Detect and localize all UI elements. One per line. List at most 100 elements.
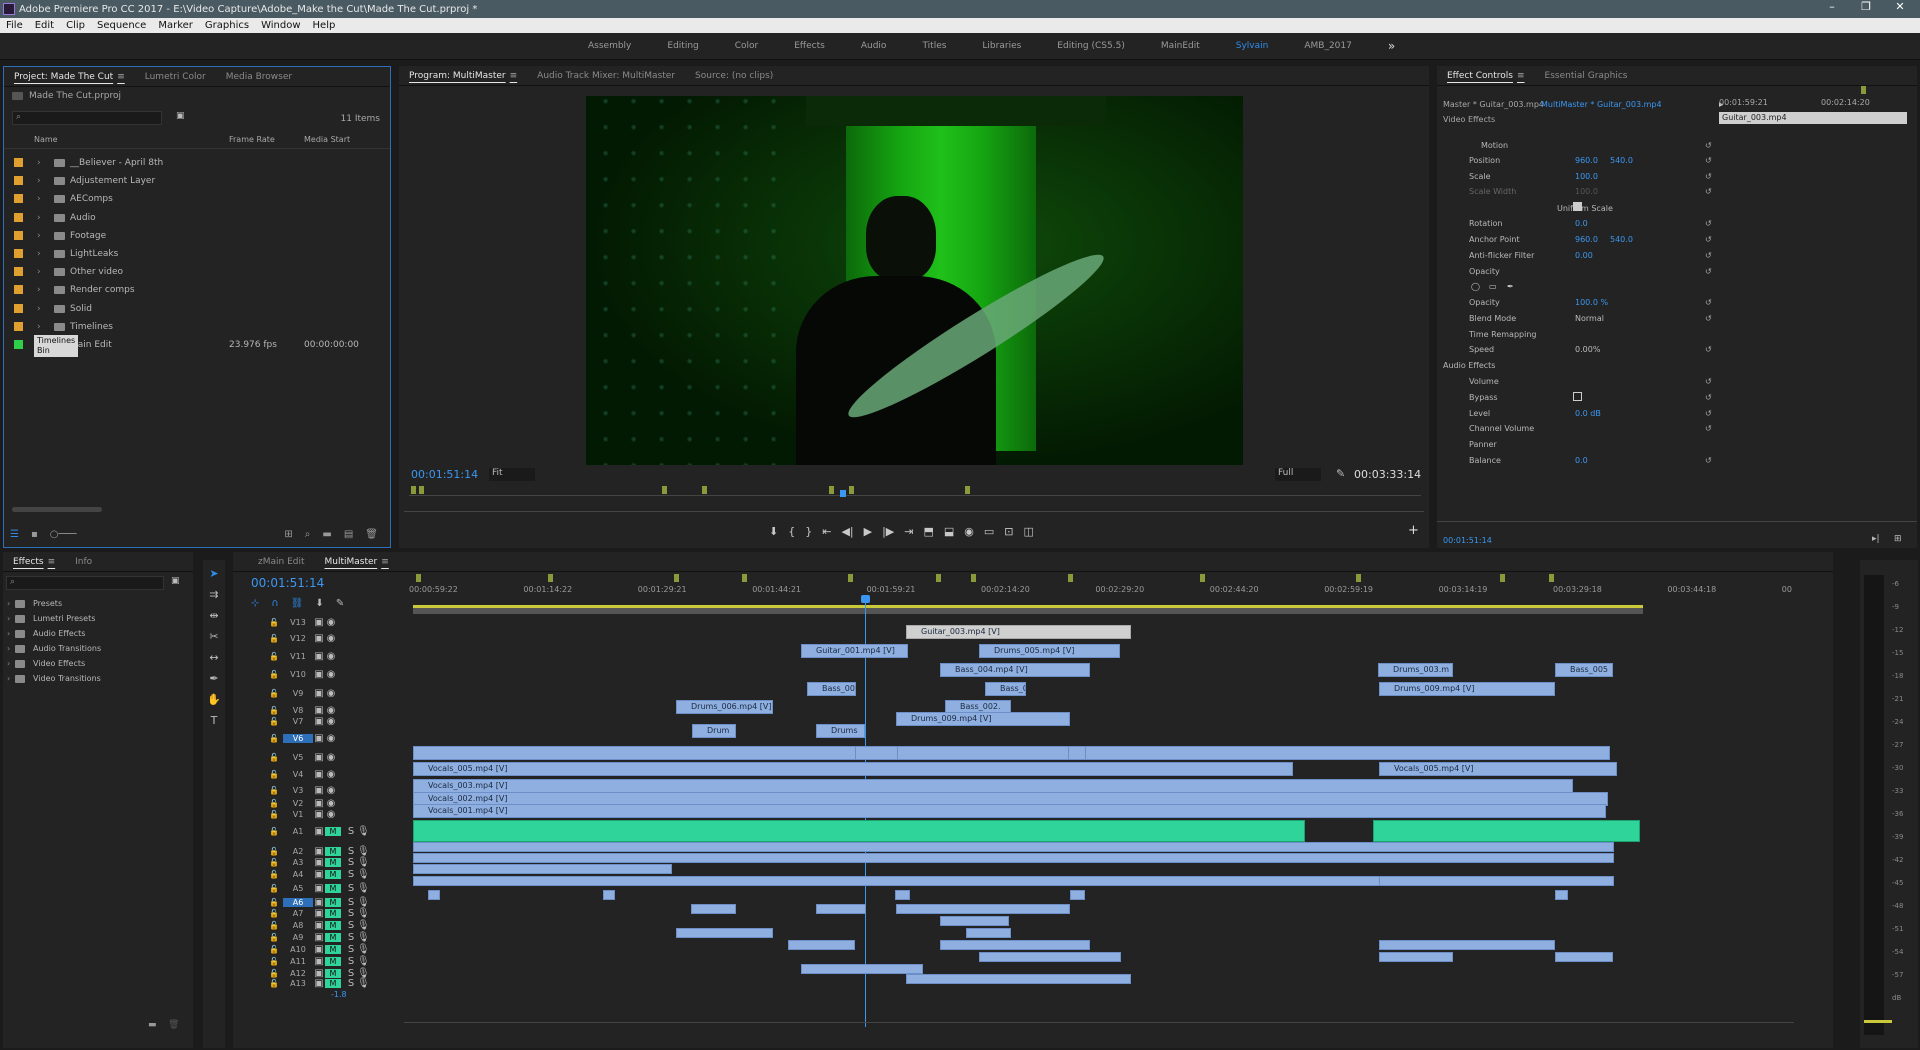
- marker[interactable]: [702, 486, 707, 494]
- expand-chevron-icon[interactable]: ›: [7, 599, 10, 608]
- solo-button[interactable]: S: [345, 978, 357, 989]
- label-color[interactable]: [14, 230, 23, 240]
- workspace-audio[interactable]: Audio: [861, 41, 887, 51]
- lock-icon[interactable]: 🔓: [269, 969, 283, 978]
- voiceover-mic-icon[interactable]: 🎙: [357, 846, 370, 857]
- voiceover-mic-icon[interactable]: 🎙: [357, 908, 370, 919]
- menu-sequence[interactable]: Sequence: [91, 20, 152, 31]
- lock-icon[interactable]: 🔓: [269, 870, 283, 879]
- lock-icon[interactable]: 🔓: [269, 898, 283, 907]
- ec-value-1[interactable]: 0.0 dB: [1575, 409, 1601, 418]
- marker[interactable]: [1200, 574, 1205, 582]
- audio-clip[interactable]: [1379, 952, 1453, 962]
- voiceover-mic-icon[interactable]: 🎙: [357, 956, 370, 967]
- video-track-header[interactable]: 🔓 V6 ▣ ◉: [269, 733, 405, 744]
- reset-icon[interactable]: ↺: [1705, 141, 1712, 150]
- lock-icon[interactable]: 🔓: [269, 847, 283, 856]
- voiceover-mic-icon[interactable]: 🎙: [357, 944, 370, 955]
- workspace-mainedit[interactable]: MainEdit: [1161, 41, 1200, 51]
- eye-icon[interactable]: ◉: [325, 617, 337, 628]
- reset-icon[interactable]: ↺: [1705, 456, 1712, 465]
- video-track-header[interactable]: 🔓 V5 ▣ ◉: [269, 752, 405, 763]
- ripple-edit-tool-icon[interactable]: ⇹: [209, 609, 218, 622]
- menu-edit[interactable]: Edit: [29, 20, 60, 31]
- track-name[interactable]: A4: [283, 870, 313, 879]
- label-color[interactable]: [14, 212, 23, 222]
- reset-icon[interactable]: ↺: [1705, 314, 1712, 323]
- eye-icon[interactable]: ◉: [325, 798, 337, 809]
- track-name[interactable]: A5: [283, 884, 313, 893]
- ec-export-icon[interactable]: ▸|: [1872, 534, 1880, 544]
- effects-folder[interactable]: › Video Transitions: [3, 669, 191, 687]
- video-track-header[interactable]: 🔓 V4 ▣ ◉: [269, 769, 405, 780]
- go-to-out-icon[interactable]: ⇥: [904, 525, 913, 538]
- project-item[interactable]: › Solid: [4, 300, 390, 318]
- reset-icon[interactable]: ↺: [1705, 377, 1712, 386]
- video-track-header[interactable]: 🔓 V3 ▣ ◉: [269, 785, 405, 796]
- tab-effect-controls[interactable]: Effect Controls ≡: [1437, 71, 1535, 81]
- tab-zmain-edit[interactable]: zMain Edit: [248, 557, 315, 567]
- expand-chevron-icon[interactable]: ›: [37, 249, 41, 259]
- lock-icon[interactable]: 🔓: [269, 717, 283, 726]
- tab-program[interactable]: Program: MultiMaster ≡: [399, 71, 527, 81]
- ec-clip-bar[interactable]: Guitar_003.mp4: [1719, 112, 1907, 124]
- go-to-in-icon[interactable]: ⇤: [822, 525, 831, 538]
- project-search-input[interactable]: ⌕: [12, 111, 162, 125]
- mark-out-icon[interactable]: }: [805, 525, 812, 538]
- audio-clip[interactable]: [816, 904, 866, 914]
- track-name[interactable]: V10: [283, 670, 313, 679]
- label-color[interactable]: [14, 321, 23, 331]
- lock-icon[interactable]: 🔓: [269, 770, 283, 779]
- razor-tool-icon[interactable]: ✂: [209, 630, 218, 643]
- new-bin-icon[interactable]: ▣: [176, 111, 185, 121]
- mute-button[interactable]: M: [325, 933, 341, 942]
- safe-margins-icon[interactable]: ▭: [984, 525, 994, 538]
- track-name[interactable]: V4: [283, 770, 313, 779]
- reset-icon[interactable]: ↺: [1705, 267, 1712, 276]
- mute-button[interactable]: M: [325, 898, 341, 907]
- sync-lock-icon[interactable]: ▣: [313, 826, 325, 837]
- workspace-editing-cs55[interactable]: Editing (CS5.5): [1057, 41, 1125, 51]
- video-clip[interactable]: Vocals_005.mp4 [V]: [413, 762, 1293, 776]
- trash-icon[interactable]: 🗑: [365, 529, 378, 540]
- audio-clip[interactable]: [428, 890, 440, 900]
- sync-lock-icon[interactable]: ▣: [313, 651, 325, 662]
- lock-icon[interactable]: 🔓: [269, 786, 283, 795]
- zoom-scrollbar[interactable]: [404, 511, 1424, 512]
- sequence-clip-label[interactable]: MultiMaster * Guitar_003.mp4: [1541, 100, 1662, 109]
- video-clip[interactable]: Bass_001: [807, 682, 856, 696]
- col-frame-rate[interactable]: Frame Rate: [229, 135, 275, 144]
- ec-value-1[interactable]: 0.00%: [1575, 345, 1600, 354]
- voiceover-mic-icon[interactable]: 🎙: [357, 826, 370, 837]
- menu-help[interactable]: Help: [307, 20, 342, 31]
- reset-icon[interactable]: ↺: [1705, 235, 1712, 244]
- lock-icon[interactable]: 🔓: [269, 652, 283, 661]
- sync-lock-icon[interactable]: ▣: [313, 932, 325, 943]
- button-editor-icon[interactable]: +: [1408, 523, 1419, 538]
- track-name[interactable]: A10: [283, 945, 313, 954]
- reset-icon[interactable]: ↺: [1705, 156, 1712, 165]
- sync-lock-icon[interactable]: ▣: [313, 920, 325, 931]
- reset-icon[interactable]: ↺: [1705, 298, 1712, 307]
- sync-lock-icon[interactable]: ▣: [313, 705, 325, 716]
- audio-clip[interactable]: [895, 890, 910, 900]
- tab-effects[interactable]: Effects ≡: [3, 557, 65, 567]
- video-track-header[interactable]: 🔓 V2 ▣ ◉: [269, 798, 405, 809]
- track-name[interactable]: A1: [283, 827, 313, 836]
- marker[interactable]: [848, 574, 853, 582]
- marker[interactable]: [1068, 574, 1073, 582]
- project-item[interactable]: › AEComps: [4, 190, 390, 208]
- voiceover-mic-icon[interactable]: 🎙: [357, 869, 370, 880]
- fit-dropdown[interactable]: Fit: [489, 468, 535, 481]
- marker[interactable]: [419, 486, 424, 494]
- step-forward-icon[interactable]: |▶: [882, 525, 894, 538]
- workspace-amb2017[interactable]: AMB_2017: [1304, 41, 1352, 51]
- audio-clip[interactable]: [1070, 890, 1085, 900]
- ec-value-1[interactable]: 960.0: [1575, 235, 1598, 244]
- add-marker-icon[interactable]: ⬇: [769, 525, 778, 538]
- workspace-assembly[interactable]: Assembly: [588, 41, 631, 51]
- audio-clip[interactable]: [1379, 940, 1555, 950]
- selection-tool-icon[interactable]: ➤: [209, 567, 218, 580]
- mute-button[interactable]: M: [325, 979, 341, 988]
- track-name[interactable]: A6: [283, 898, 313, 907]
